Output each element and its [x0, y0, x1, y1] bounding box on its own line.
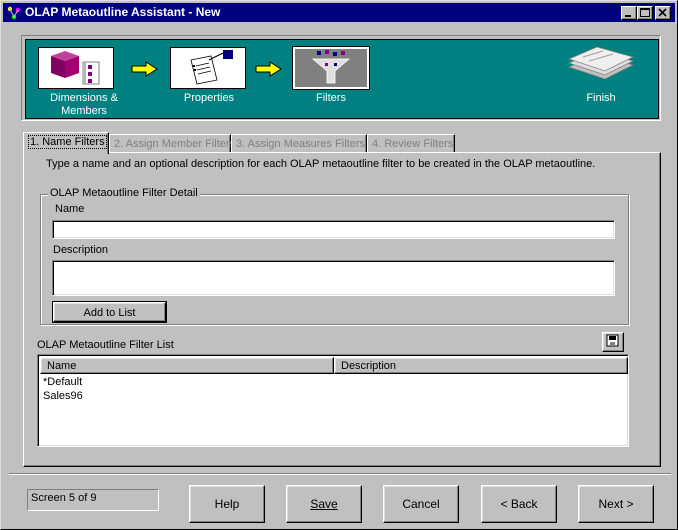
- save-list-icon[interactable]: [602, 332, 624, 352]
- list-item[interactable]: Sales96: [43, 390, 83, 402]
- name-field[interactable]: [52, 220, 615, 239]
- step-label-dimensions: Dimensions & Members: [38, 92, 130, 118]
- add-to-list-label: Add to List: [83, 307, 136, 319]
- name-label: Name: [55, 203, 85, 215]
- step-label-dimensions-line1: Dimensions &: [50, 92, 118, 104]
- cube-members-icon[interactable]: [38, 47, 114, 89]
- step-label-dimensions-line2: Members: [61, 105, 107, 117]
- help-button[interactable]: Help: [189, 485, 265, 523]
- footer-divider: [9, 473, 671, 475]
- description-field[interactable]: [52, 260, 615, 296]
- screen-status: Screen 5 of 9: [27, 489, 159, 511]
- funnel-filter-icon[interactable]: [292, 46, 370, 90]
- next-button[interactable]: Next >: [578, 485, 654, 523]
- column-header-description[interactable]: Description: [334, 357, 628, 374]
- properties-form-icon[interactable]: [170, 47, 246, 89]
- title-bar[interactable]: OLAP Metaoutline Assistant - New: [3, 3, 675, 22]
- arrow-right-icon: [131, 61, 158, 77]
- tab-assign-member-filters[interactable]: 2. Assign Member Filters: [109, 134, 235, 153]
- step-label-filters: Filters: [316, 92, 346, 104]
- filter-detail-group-title: OLAP Metaoutline Filter Detail: [48, 187, 200, 199]
- instructions-text: Type a name and an optional description …: [46, 158, 596, 170]
- maximize-icon[interactable]: [637, 6, 653, 20]
- app-icon: [7, 6, 21, 20]
- assistant-window: OLAP Metaoutline Assistant - New Dimensi…: [0, 0, 678, 530]
- filter-list[interactable]: Name Description *Default Sales96: [37, 354, 629, 447]
- filter-list-title: OLAP Metaoutline Filter List: [37, 339, 174, 351]
- column-header-name[interactable]: Name: [40, 357, 334, 374]
- add-to-list-button[interactable]: Add to List: [52, 301, 167, 323]
- tab-assign-measures-filters[interactable]: 3. Assign Measures Filters: [231, 134, 367, 153]
- window-title: OLAP Metaoutline Assistant - New: [25, 5, 221, 19]
- tab-review-filters[interactable]: 4. Review Filters: [367, 134, 455, 153]
- tab-name-filters-label: 1. Name Filters: [28, 135, 107, 149]
- arrow-right-icon: [255, 61, 282, 77]
- cancel-button[interactable]: Cancel: [383, 485, 459, 523]
- list-item[interactable]: *Default: [43, 376, 82, 388]
- save-button-label: Save: [310, 497, 338, 511]
- description-label: Description: [53, 244, 109, 256]
- step-label-finish: Finish: [586, 92, 616, 104]
- step-label-properties: Properties: [183, 92, 235, 104]
- save-button[interactable]: Save: [286, 485, 362, 523]
- back-button[interactable]: < Back: [481, 485, 557, 523]
- stacked-pages-icon[interactable]: [563, 46, 639, 89]
- close-icon[interactable]: [655, 6, 671, 20]
- tab-name-filters[interactable]: 1. Name Filters: [23, 132, 109, 154]
- minimize-icon[interactable]: [621, 6, 637, 20]
